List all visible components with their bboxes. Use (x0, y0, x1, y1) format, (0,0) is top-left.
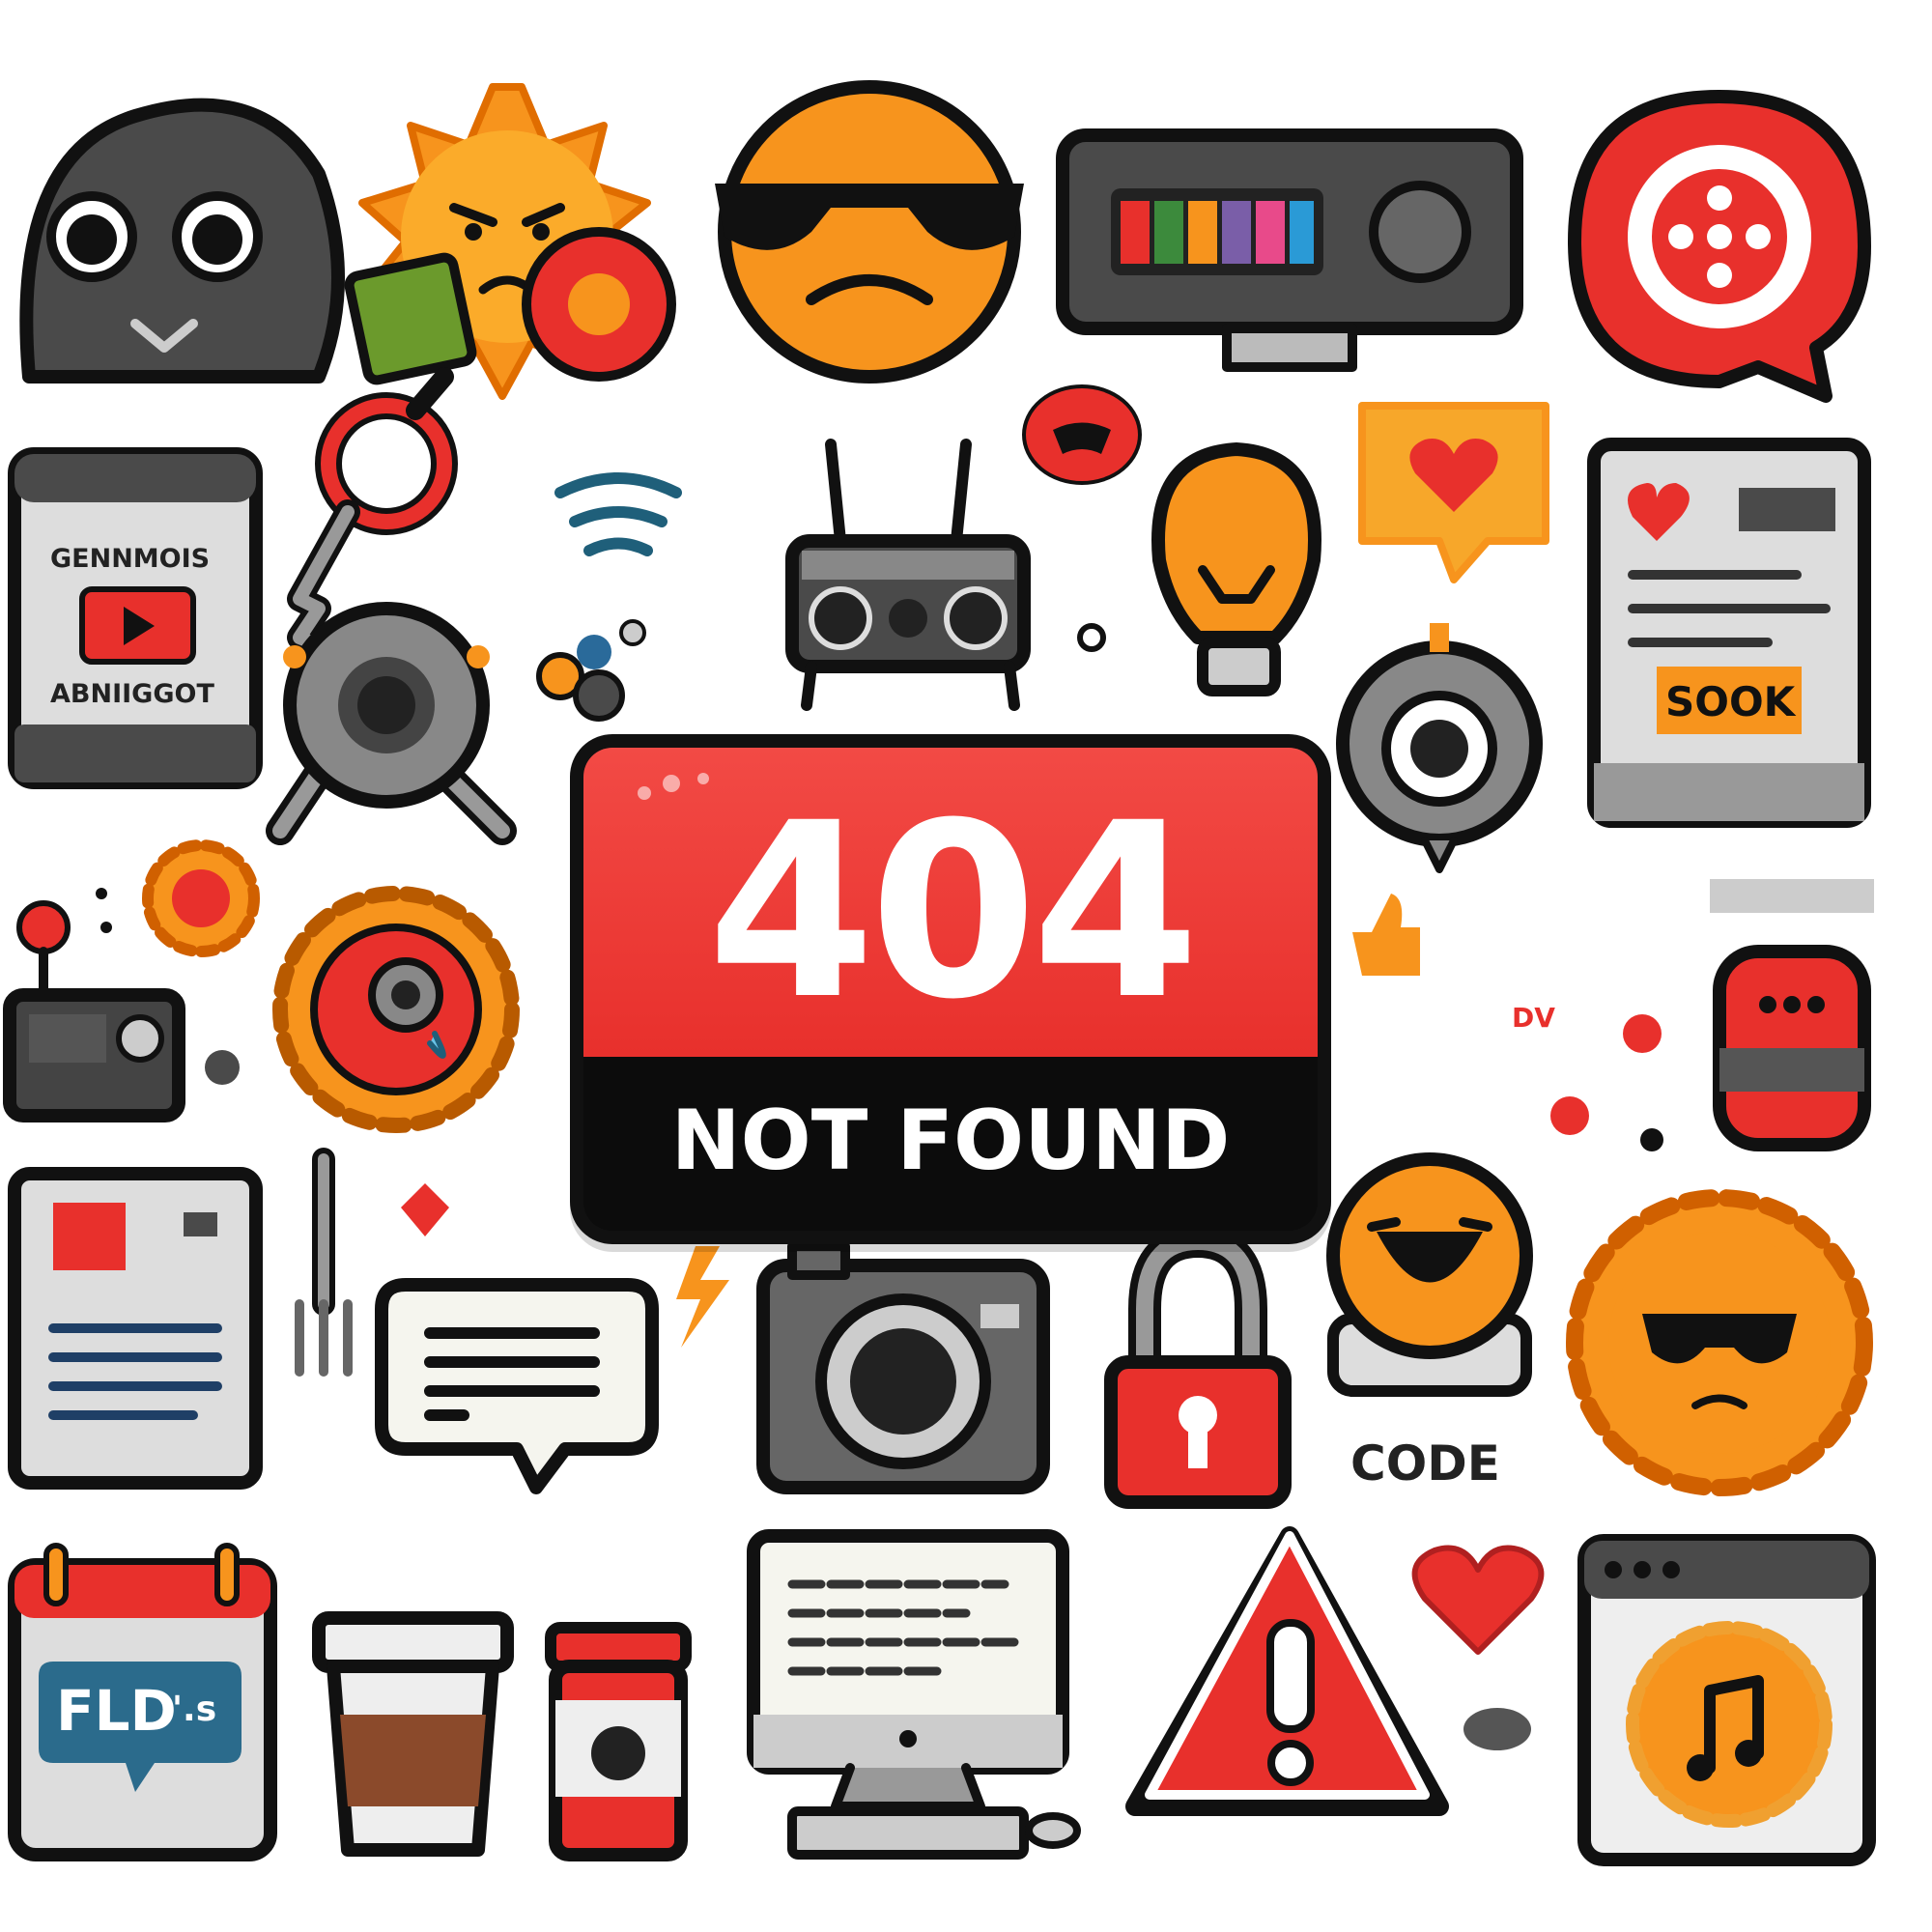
ghost-face-icon (19, 98, 345, 384)
calendar-bubble-tail-label: '.s (172, 1690, 217, 1729)
phone-top-label: GENNMOIS (50, 544, 211, 574)
router-icon (785, 439, 1031, 711)
book-icon (1587, 438, 1871, 828)
cool-sun-icon (1566, 1189, 1873, 1496)
fork-icon (295, 1148, 353, 1377)
wifi-icon (554, 472, 682, 556)
error-badge: 404 NOT FOUND (570, 734, 1331, 1244)
badge-shine (697, 773, 709, 784)
robot-gear-icon (266, 602, 517, 845)
coffee-cup-icon (312, 1611, 514, 1857)
retro-tv-icon (1056, 128, 1523, 372)
error-badge-top: 404 (583, 748, 1318, 1057)
calendar-bubble-label: FLD (56, 1678, 177, 1744)
heart-message-icon (1358, 402, 1549, 583)
webcam-icon (1336, 623, 1543, 873)
error-code: 404 (707, 771, 1200, 1052)
computer-icon (747, 1529, 1081, 1860)
phone-video-icon (8, 447, 263, 789)
camera-icon (756, 1241, 1050, 1494)
book-tag-label: SOOK (1665, 678, 1796, 725)
angry-blob-icon (1022, 384, 1142, 485)
angry-sun-icon (344, 83, 676, 400)
warning-icon (1125, 1526, 1449, 1816)
sunglasses-emoji-icon (715, 80, 1024, 384)
heart-icon (1411, 1545, 1545, 1750)
fire-extinguisher-icon (1710, 879, 1874, 1151)
dv-tag-label: DV (1512, 1002, 1555, 1034)
sad-gear-icon (272, 886, 520, 1133)
music-window-icon (1577, 1534, 1876, 1866)
laughing-emoji-icon (1326, 1152, 1533, 1397)
code-tag-label: CODE (1350, 1435, 1500, 1492)
error-message: NOT FOUND (670, 1093, 1231, 1189)
chat-bubble-icon (1568, 90, 1871, 403)
badge-shine (638, 786, 651, 800)
speech-bubble-icon (375, 1278, 659, 1494)
icon-collage: 404 NOT FOUND GENNMOIS ABNIIGGOT SOOK CO… (0, 0, 1932, 1932)
phone-bottom-label: ABNIIGGOT (50, 679, 214, 709)
joystick-icon (3, 900, 185, 1122)
jar-icon (545, 1622, 692, 1861)
thumbs-up-icon (1352, 894, 1420, 976)
padlock-icon (1104, 1225, 1292, 1509)
lightbulb-icon (1151, 442, 1321, 696)
document-icon (8, 1167, 263, 1490)
error-badge-bottom: NOT FOUND (583, 1057, 1318, 1231)
gear-icon (142, 839, 260, 957)
badge-shine (663, 775, 680, 792)
connector-icon (536, 619, 646, 722)
